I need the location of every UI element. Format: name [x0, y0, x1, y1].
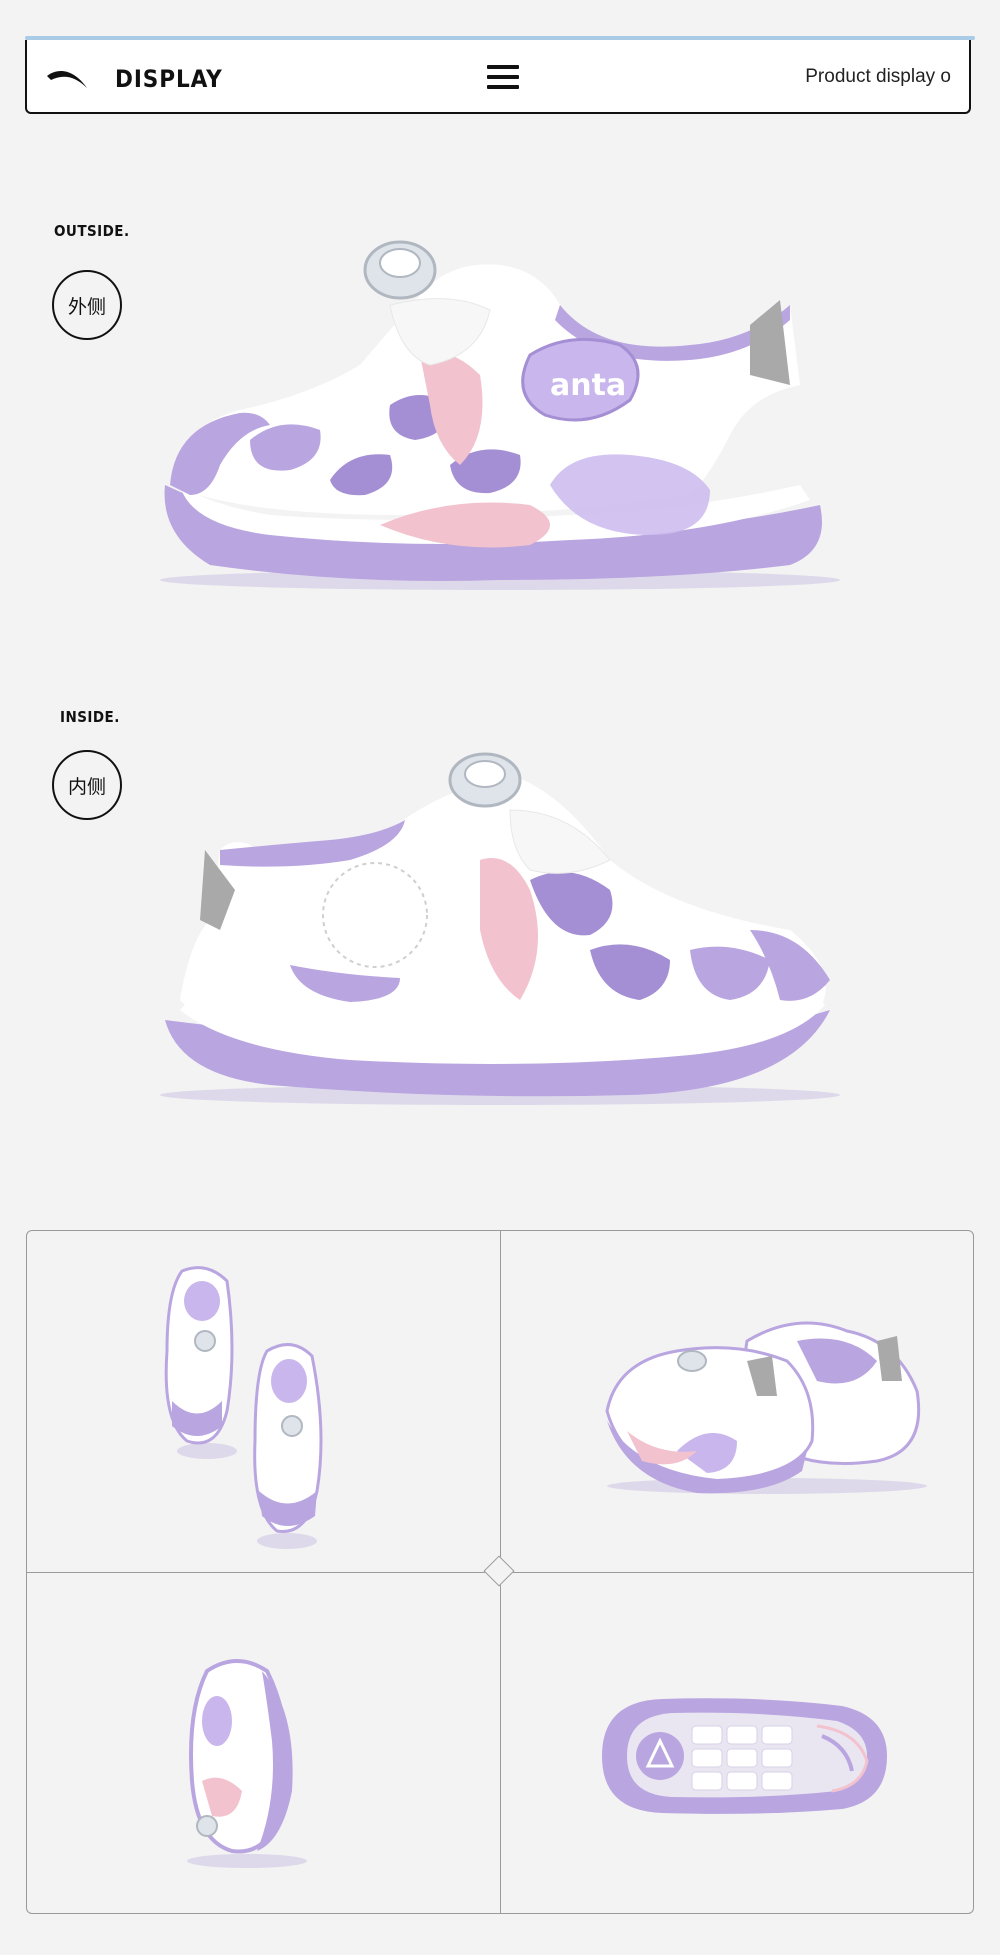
header-right-text: Product display o: [805, 66, 951, 87]
shoe-outside-view: anta: [160, 240, 840, 590]
gallery-rear-angle-view[interactable]: [597, 1301, 937, 1501]
inside-label: INSIDE.: [60, 708, 120, 726]
shoe-inside-view: [160, 752, 840, 1105]
outside-badge: 外侧: [52, 270, 122, 340]
grid-center-diamond: [483, 1555, 515, 1587]
gallery-sole-view[interactable]: [582, 1691, 892, 1821]
gallery-front-angle-view[interactable]: [167, 1641, 337, 1871]
brand-logo-icon[interactable]: [45, 66, 89, 90]
gallery-grid: [26, 1230, 974, 1914]
page-title: DISPLAY: [115, 65, 223, 93]
inside-badge: 内侧: [52, 750, 122, 820]
hamburger-menu-icon[interactable]: [487, 65, 519, 91]
gallery-top-view[interactable]: [127, 1251, 407, 1551]
top-nav-bar: DISPLAY Product display o: [25, 40, 971, 114]
brand-text: anta: [550, 368, 626, 403]
outside-label: OUTSIDE.: [54, 222, 130, 240]
